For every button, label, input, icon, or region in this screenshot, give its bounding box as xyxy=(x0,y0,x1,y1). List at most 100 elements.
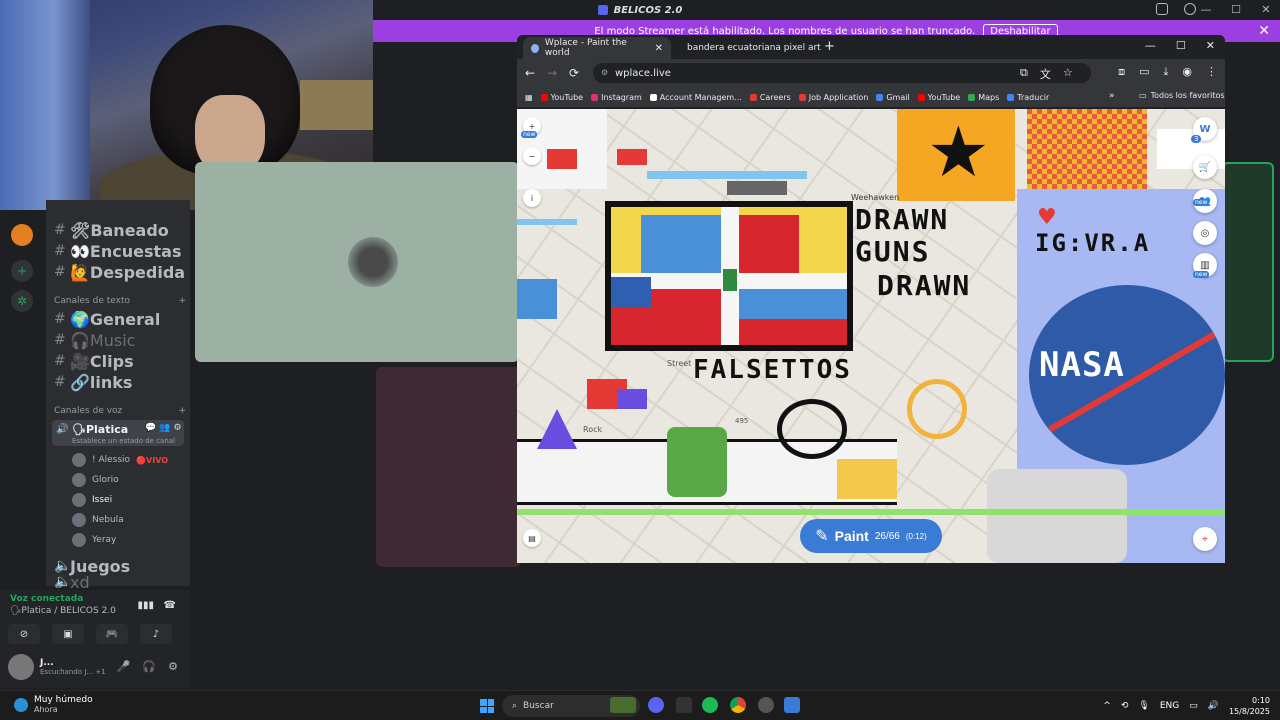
maximize-icon[interactable]: ☐ xyxy=(1230,3,1242,16)
participant-tile-2[interactable] xyxy=(376,367,521,567)
voice-category[interactable]: Canales de voz + xyxy=(54,406,186,416)
voice-channel-juegos[interactable]: 🔈 Juegos xyxy=(54,556,186,576)
add-channel-icon[interactable]: + xyxy=(178,296,186,306)
channel-item[interactable]: # 🛠Baneado xyxy=(54,220,186,240)
channel-item[interactable]: # 🔗links xyxy=(54,372,186,392)
extensions-icon[interactable]: ⧈ xyxy=(1118,65,1125,79)
user-settings-icon[interactable]: ⚙ xyxy=(168,660,178,673)
close-icon[interactable]: ✕ xyxy=(1260,3,1272,16)
channel-item[interactable]: # 👀Encuestas xyxy=(54,241,186,261)
volume-icon[interactable]: 🔊 xyxy=(1208,701,1219,711)
app-icon[interactable] xyxy=(784,697,800,713)
store-icon[interactable]: 🛒 xyxy=(1193,155,1217,179)
minimize-icon[interactable]: — xyxy=(1145,39,1156,52)
more-bookmarks-button[interactable]: » xyxy=(1109,91,1115,101)
voice-user[interactable]: Nebula xyxy=(72,512,124,528)
signal-icon[interactable]: ▮▮▮ xyxy=(137,600,154,611)
capcut-app-icon[interactable] xyxy=(676,697,692,713)
chat-icon[interactable]: 💬 xyxy=(145,423,156,433)
banner-close-icon[interactable]: ✕ xyxy=(1258,23,1270,39)
translate-icon[interactable]: 文 xyxy=(1040,66,1051,82)
bookmark-item[interactable]: Maps xyxy=(968,93,999,102)
sync-icon[interactable]: ⟲ xyxy=(1121,701,1129,711)
bookmark-item[interactable]: Account Managem... xyxy=(649,93,742,102)
user-panel[interactable]: J... Escuchando J... +1 xyxy=(8,654,106,680)
download-icon[interactable]: ⤓ xyxy=(1164,65,1169,79)
add-voice-channel-icon[interactable]: + xyxy=(178,406,186,416)
network-icon[interactable]: ▭ xyxy=(1189,701,1198,711)
location-icon[interactable]: ⌖ xyxy=(1193,527,1217,551)
settings-icon[interactable]: ⚙ xyxy=(173,423,181,433)
back-icon[interactable]: ← xyxy=(525,66,535,80)
add-server-icon[interactable]: + xyxy=(11,260,33,282)
address-bar[interactable]: ⚙ wplace.live xyxy=(593,63,1091,83)
layers-button[interactable]: ▤ xyxy=(523,529,541,547)
bookmark-item[interactable]: Traducir xyxy=(1007,93,1049,102)
discord-app-icon[interactable] xyxy=(648,697,664,713)
chrome-app-icon[interactable] xyxy=(730,697,746,713)
menu-icon[interactable]: ⋮ xyxy=(1206,65,1217,79)
wplace-canvas[interactable]: ★ ♥ DRAWN GUNS DRAWN IG:VR.A FALSETTOS N… xyxy=(517,109,1225,563)
activities-icon[interactable]: 🎮 xyxy=(96,624,128,644)
weather-widget[interactable]: Muy húmedo Ahora xyxy=(14,695,93,714)
channel-item[interactable]: # 🙋Despedida xyxy=(54,262,186,282)
explore-icon[interactable]: ✲ xyxy=(11,290,33,312)
mic-icon[interactable]: 🎙 xyxy=(1138,701,1149,711)
server-icon[interactable] xyxy=(11,224,33,246)
site-info-icon[interactable]: ⚙ xyxy=(601,68,608,77)
profile-icon[interactable]: ◉ xyxy=(1182,65,1192,79)
bookmark-item[interactable]: YouTube xyxy=(917,93,960,102)
tab-wplace[interactable]: Wplace - Paint the world ✕ xyxy=(523,37,671,59)
spotify-app-icon[interactable] xyxy=(702,697,718,713)
paint-button[interactable]: ✎ Paint 26/66 (0:12) xyxy=(800,519,942,553)
voice-user[interactable]: Glorio xyxy=(72,472,119,488)
voice-user[interactable]: ! Alessio 🔴VIVO xyxy=(72,452,168,468)
text-category[interactable]: Canales de texto + xyxy=(54,296,186,306)
active-voice-status[interactable]: Establece un estado de canal xyxy=(72,437,175,445)
zoom-out-button[interactable]: − xyxy=(523,147,541,165)
invite-icon[interactable]: 👥 xyxy=(159,423,170,433)
soundboard-icon[interactable]: ♪ xyxy=(140,624,172,644)
windows-start-icon[interactable] xyxy=(480,699,494,713)
star-icon[interactable]: ☆ xyxy=(1063,66,1073,82)
bookmark-item[interactable]: Gmail xyxy=(876,93,910,102)
clock[interactable]: 0:10 15/8/2025 xyxy=(1229,695,1270,717)
all-bookmarks[interactable]: ▭ Todos los favoritos xyxy=(1139,91,1225,100)
compass-icon[interactable]: ◎ xyxy=(1193,221,1217,245)
maximize-icon[interactable]: ☐ xyxy=(1176,39,1186,52)
minimize-icon[interactable]: — xyxy=(1200,3,1212,16)
install-icon[interactable]: ⧉ xyxy=(1020,66,1028,82)
voice-user[interactable]: Issei xyxy=(72,492,112,508)
channel-item[interactable]: # 🎥Clips xyxy=(54,351,186,371)
forward-icon[interactable]: → xyxy=(547,66,557,80)
new-tab-icon[interactable]: + xyxy=(824,39,835,54)
steam-app-icon[interactable] xyxy=(758,697,774,713)
voice-connected-channel[interactable]: 🗣Platica / BELICOS 2.0 xyxy=(10,606,116,616)
search-highlight-icon[interactable] xyxy=(610,697,636,713)
participant-tile[interactable] xyxy=(195,162,519,362)
voice-channel-xd[interactable]: 🔈 xd xyxy=(54,576,186,588)
screen-share-icon[interactable]: ▣ xyxy=(52,624,84,644)
apps-icon[interactable]: ▦ xyxy=(525,93,533,102)
help-icon[interactable] xyxy=(1184,3,1196,15)
close-tab-icon[interactable]: ✕ xyxy=(655,43,663,54)
microphone-icon[interactable]: 🎤 xyxy=(117,660,131,673)
voice-connected-status[interactable]: Voz conectada xyxy=(10,594,83,604)
info-button[interactable]: i xyxy=(523,189,541,207)
bookmark-item[interactable]: Job Application xyxy=(798,93,868,102)
channel-item[interactable]: # 🎧Music xyxy=(54,330,186,350)
tab-bandera[interactable]: bandera ecuatoriana pixel art - ✕ xyxy=(673,37,823,59)
close-icon[interactable]: ✕ xyxy=(1206,39,1215,52)
chevron-up-icon[interactable]: ^ xyxy=(1103,701,1111,711)
reload-icon[interactable]: ⟳ xyxy=(569,66,579,80)
disconnect-icon[interactable]: ☎ xyxy=(164,600,176,611)
participant-tile-3[interactable] xyxy=(1222,162,1274,362)
voice-user[interactable]: Yeray xyxy=(72,532,116,548)
inbox-icon[interactable] xyxy=(1156,3,1168,15)
language[interactable]: ENG xyxy=(1160,701,1179,711)
headphones-icon[interactable]: 🎧 xyxy=(142,660,156,673)
bookmark-item[interactable]: YouTube xyxy=(540,93,583,102)
camera-off-icon[interactable]: ⊘ xyxy=(8,624,40,644)
channel-item[interactable]: # 🌍General xyxy=(54,309,186,329)
bookmark-item[interactable]: Instagram xyxy=(591,93,642,102)
